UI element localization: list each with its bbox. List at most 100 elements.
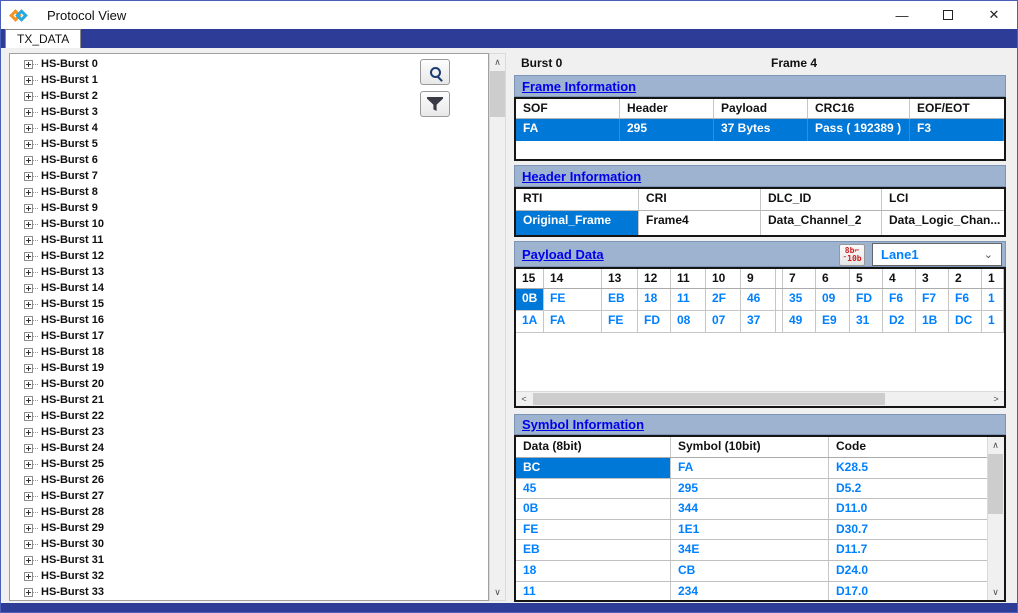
expand-icon[interactable] (24, 316, 33, 325)
payload-cell[interactable]: 2F (706, 289, 741, 311)
expand-icon[interactable] (24, 124, 33, 133)
table-cell[interactable]: Data_Logic_Chan... (882, 211, 1004, 235)
symbol-cell[interactable]: 344 (671, 499, 829, 519)
tree-item[interactable]: HS-Burst 11 (10, 232, 488, 248)
tree-item[interactable]: HS-Burst 29 (10, 520, 488, 536)
scroll-left-icon[interactable]: < (516, 392, 532, 406)
payload-cell[interactable]: F7 (916, 289, 949, 311)
payload-cell[interactable]: 07 (706, 311, 741, 333)
tree-item[interactable]: HS-Burst 27 (10, 488, 488, 504)
table-cell[interactable]: F3 (910, 119, 1004, 141)
expand-icon[interactable] (24, 476, 33, 485)
tree-scrollbar[interactable]: ∧ ∨ (489, 53, 506, 601)
expand-icon[interactable] (24, 236, 33, 245)
payload-cell[interactable]: 31 (850, 311, 883, 333)
expand-icon[interactable] (24, 108, 33, 117)
tree-item[interactable]: HS-Burst 26 (10, 472, 488, 488)
expand-icon[interactable] (24, 492, 33, 501)
expand-icon[interactable] (24, 508, 33, 517)
symbol-cell[interactable]: 1E1 (671, 520, 829, 540)
tree-item[interactable]: HS-Burst 19 (10, 360, 488, 376)
expand-icon[interactable] (24, 332, 33, 341)
expand-icon[interactable] (24, 252, 33, 261)
expand-icon[interactable] (24, 588, 33, 597)
symbol-cell[interactable]: 45 (516, 479, 671, 499)
payload-cell[interactable]: D2 (883, 311, 916, 333)
tree-item[interactable]: HS-Burst 8 (10, 184, 488, 200)
expand-icon[interactable] (24, 524, 33, 533)
symbol-cell[interactable]: 234 (671, 582, 829, 602)
scroll-right-icon[interactable]: > (988, 392, 1004, 406)
symbol-cell[interactable]: D24.0 (829, 561, 987, 581)
payload-cell[interactable]: 49 (783, 311, 816, 333)
expand-icon[interactable] (24, 172, 33, 181)
tree-item[interactable]: HS-Burst 14 (10, 280, 488, 296)
tab-tx-data[interactable]: TX_DATA (5, 29, 81, 48)
minimize-button[interactable]: — (879, 1, 925, 29)
tree-item[interactable]: HS-Burst 30 (10, 536, 488, 552)
expand-icon[interactable] (24, 444, 33, 453)
tree-item[interactable]: HS-Burst 0 (10, 56, 488, 72)
table-cell[interactable]: FA (516, 119, 620, 141)
payload-cell[interactable]: DC (949, 311, 982, 333)
tree-item[interactable]: HS-Burst 10 (10, 216, 488, 232)
header-information-title[interactable]: Header Information (522, 169, 641, 184)
symbol-cell[interactable]: D11.7 (829, 540, 987, 560)
tree-item[interactable]: HS-Burst 1 (10, 72, 488, 88)
expand-icon[interactable] (24, 204, 33, 213)
expand-icon[interactable] (24, 300, 33, 309)
symbol-cell[interactable]: BC (516, 458, 671, 478)
symbol-cell[interactable]: D11.0 (829, 499, 987, 519)
payload-cell[interactable]: F6 (949, 289, 982, 311)
tree-item[interactable]: HS-Burst 13 (10, 264, 488, 280)
tree-item[interactable]: HS-Burst 12 (10, 248, 488, 264)
symbol-cell[interactable]: 295 (671, 479, 829, 499)
payload-cell[interactable] (776, 311, 783, 333)
expand-icon[interactable] (24, 460, 33, 469)
payload-cell[interactable]: 35 (783, 289, 816, 311)
payload-cell[interactable]: 1A (516, 311, 544, 333)
tree-item[interactable]: HS-Burst 32 (10, 568, 488, 584)
tree-item[interactable]: HS-Burst 21 (10, 392, 488, 408)
symbol-cell[interactable]: CB (671, 561, 829, 581)
symbol-cell[interactable]: FA (671, 458, 829, 478)
symbol-cell[interactable]: FE (516, 520, 671, 540)
payload-cell[interactable]: 0B (516, 289, 544, 311)
payload-hscrollbar-thumb[interactable] (533, 393, 885, 405)
tree-item[interactable]: HS-Burst 23 (10, 424, 488, 440)
tree-item[interactable]: HS-Burst 4 (10, 120, 488, 136)
payload-cell[interactable]: FE (544, 289, 602, 311)
tree-item[interactable]: HS-Burst 25 (10, 456, 488, 472)
payload-cell[interactable]: 11 (671, 289, 706, 311)
symbol-cell[interactable]: K28.5 (829, 458, 987, 478)
symbol-information-title[interactable]: Symbol Information (522, 417, 644, 432)
expand-icon[interactable] (24, 348, 33, 357)
tree-item[interactable]: HS-Burst 9 (10, 200, 488, 216)
table-cell[interactable]: Pass ( 192389 ) (808, 119, 910, 141)
payload-cell[interactable]: 1 (982, 289, 1004, 311)
table-cell[interactable]: Data_Channel_2 (761, 211, 882, 235)
payload-cell[interactable] (776, 289, 783, 311)
tree-item[interactable]: HS-Burst 16 (10, 312, 488, 328)
tree-item[interactable]: HS-Burst 20 (10, 376, 488, 392)
symbol-cell[interactable]: D5.2 (829, 479, 987, 499)
expand-icon[interactable] (24, 412, 33, 421)
payload-cell[interactable]: 08 (671, 311, 706, 333)
tree-scrollbar-thumb[interactable] (490, 71, 505, 117)
filter-button[interactable] (420, 91, 450, 117)
table-cell[interactable]: Original_Frame (516, 211, 639, 235)
expand-icon[interactable] (24, 396, 33, 405)
symbol-scrollbar-thumb[interactable] (988, 454, 1003, 514)
symbol-cell[interactable]: 0B (516, 499, 671, 519)
payload-hscrollbar[interactable]: < > (516, 391, 1004, 406)
table-cell[interactable]: 37 Bytes (714, 119, 808, 141)
expand-icon[interactable] (24, 220, 33, 229)
tree-item[interactable]: HS-Burst 31 (10, 552, 488, 568)
payload-cell[interactable]: FD (850, 289, 883, 311)
payload-cell[interactable]: F6 (883, 289, 916, 311)
expand-icon[interactable] (24, 556, 33, 565)
expand-icon[interactable] (24, 380, 33, 389)
scroll-down-icon[interactable]: ∨ (988, 584, 1003, 600)
payload-cell[interactable]: 46 (741, 289, 776, 311)
expand-icon[interactable] (24, 284, 33, 293)
